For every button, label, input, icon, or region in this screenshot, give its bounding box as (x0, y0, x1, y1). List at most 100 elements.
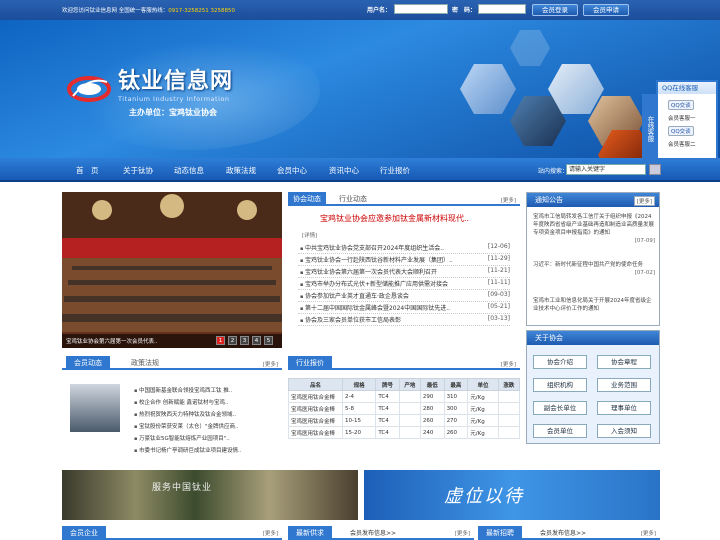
slide-dot-2[interactable]: 2 (228, 336, 237, 345)
nav-about[interactable]: 关于钛协 (123, 165, 153, 176)
tab-member-news[interactable]: 会员动态 (66, 356, 110, 370)
supply-subtitle[interactable]: 会员发布信息>> (350, 528, 396, 537)
cell: TC4 (375, 390, 400, 403)
nav-home[interactable]: 首 页 (76, 165, 99, 176)
tab-association-news[interactable]: 协会动态 (288, 192, 326, 206)
login-button[interactable]: 会员登录 (532, 4, 578, 16)
member-more-link[interactable]: [更多] (263, 360, 278, 368)
list-item[interactable]: 宝钛股份荣获安莱（太仓）"金牌供应商.. (134, 422, 239, 430)
cell: 310 (443, 390, 469, 403)
host-organization: 主办单位：宝鸡钛业协会 (129, 108, 217, 117)
qq-agent-1[interactable]: 会员客服一 (668, 114, 696, 122)
supply-title[interactable]: 最新供求 (288, 526, 332, 540)
enterprise-more-link[interactable]: [更多] (263, 529, 278, 537)
nav-price[interactable]: 行业报价 (380, 165, 410, 176)
news-item[interactable]: 中共宝鸡钛业协会党支部召开2024年度组织生活会.. [12-06] (298, 243, 510, 254)
news-detail-link[interactable]: [详情] (302, 231, 317, 239)
slide-caption[interactable]: 宝鸡钛业协会第六届第一次会员代表.. (62, 334, 282, 348)
nav-info[interactable]: 资讯中心 (329, 165, 359, 176)
about-scope-button[interactable]: 业务范围 (597, 378, 651, 392)
qq-title: QQ在线客服 (658, 82, 716, 94)
news-title: 第十二届中国国际钛金属峰会暨2024中国国际钛先进.. (300, 303, 450, 312)
recruit-header: 最新招聘 会员发布信息>> [更多] (478, 526, 660, 540)
search-button[interactable] (649, 164, 661, 175)
tab-price[interactable]: 行业报价 (288, 356, 332, 370)
table-header-row: 品名 规格 牌号 产地 最低 最高 单位 涨跌 (288, 378, 521, 391)
cell: TC4 (375, 402, 400, 415)
price-more-link[interactable]: [更多] (501, 360, 516, 368)
nav-news[interactable]: 动态信息 (174, 165, 204, 176)
recruit-title[interactable]: 最新招聘 (478, 526, 522, 540)
qq-icon[interactable]: QQ交谈 (668, 126, 694, 136)
slide-dot-5[interactable]: 5 (264, 336, 273, 345)
news-item[interactable]: 第十二届中国国际钛金属峰会暨2024中国国际钛先进.. [05-21] (298, 303, 510, 314)
qq-chat-1[interactable]: QQ交谈 (668, 100, 694, 110)
username-input[interactable] (394, 4, 448, 14)
tab-industry-news[interactable]: 行业动态 (334, 192, 372, 206)
password-label: 密 码： (452, 7, 477, 14)
col-unit: 单位 (467, 378, 499, 391)
tab-policy[interactable]: 政策法规 (126, 356, 164, 370)
about-charter-button[interactable]: 协会章程 (597, 355, 651, 369)
news-title: 宝鸡钛业协会第六届第一次会员代表大会顺利召开 (300, 267, 437, 276)
about-intro-button[interactable]: 协会介绍 (533, 355, 587, 369)
recruit-more-link[interactable]: [更多] (641, 529, 656, 537)
enterprise-title[interactable]: 会员企业 (62, 526, 106, 540)
supply-more-link[interactable]: [更多] (455, 529, 470, 537)
site-logo-title[interactable]: 钛业信息网 (118, 63, 233, 95)
news-item[interactable]: 协会及三家会员单位获市工信局表彰 [03-13] (298, 315, 510, 326)
qq-tab[interactable]: 在线客服 (642, 94, 658, 164)
news-item[interactable]: 宝鸡钛业协会一行赴陕西钛谷新材料产业发展（集团）.. [11-29] (298, 255, 510, 266)
table-row[interactable]: 宝鸡医用钛合金棒 2-4 TC4 290 310 元/Kg (288, 390, 521, 403)
list-item[interactable]: 市委书记杨广亭调研巨成钛业项目建设情.. (134, 446, 242, 454)
news-item[interactable]: 宝鸡市举办分布式光伏+新型储能推广应用供需对接会 [11-11] (298, 279, 510, 290)
news-more-link[interactable]: [更多] (501, 196, 516, 204)
ad-banner-factory[interactable]: 服务中国钛业 (62, 470, 358, 520)
ad-banner-vacant[interactable]: 虚位以待 (364, 470, 660, 520)
cell: 300 (443, 402, 469, 415)
member-news-panel: 会员动态 政策法规 [更多] 中国国新基金联合领投宝鸡西工钛 推.. 校企合作 … (62, 356, 282, 466)
about-council-button[interactable]: 理事单位 (597, 401, 651, 415)
notice-item[interactable]: 宝鸡市工业和信息化局关于开展2024年度省级企业技术中心评价工作的通知 (533, 297, 655, 313)
notice-more-link[interactable]: [更多] (633, 196, 655, 206)
member-photo[interactable] (70, 384, 120, 432)
nav-policy[interactable]: 政策法规 (226, 165, 256, 176)
cell: 240 (419, 426, 445, 439)
list-item[interactable]: 热烈祝贺陕西天力特种钛及钛合金领域.. (134, 410, 236, 418)
news-slideshow[interactable]: 宝鸡钛业协会第六届第一次会员代表.. 1 2 3 4 5 (62, 192, 282, 348)
recruit-subtitle[interactable]: 会员发布信息>> (540, 528, 586, 537)
slide-dot-3[interactable]: 3 (240, 336, 249, 345)
about-members-button[interactable]: 会员单位 (533, 424, 587, 438)
about-org-button[interactable]: 组织机构 (533, 378, 587, 392)
news-title: 宝鸡市举办分布式光伏+新型储能推广应用供需对接会 (300, 279, 448, 288)
news-headline[interactable]: 宝鸡钛业协会应邀参加钛金属新材料现代.. (320, 213, 469, 224)
table-row[interactable]: 宝鸡医用钛合金棒 5-8 TC4 280 300 元/Kg (288, 402, 521, 415)
notice-panel: 通知公告 [更多] 宝鸡市工信局转发各工信厅关于组织申报《2024年度陕西省省级… (526, 192, 660, 326)
list-item[interactable]: 中国国新基金联合领投宝鸡西工钛 推.. (134, 386, 232, 394)
banner-hex-city (460, 64, 516, 114)
news-item[interactable]: 协会参加钛产业英才直通车·政企恳谈会 [09-03] (298, 291, 510, 302)
qq-chat-2[interactable]: QQ交谈 (668, 126, 694, 136)
table-row[interactable]: 宝鸡医用钛合金棒 15-20 TC4 240 260 元/Kg (288, 426, 521, 439)
nav-member[interactable]: 会员中心 (277, 165, 307, 176)
notice-item[interactable]: 宝鸡市工信局转发各工信厅关于组织申报《2024年度陕西省省级产业基础再造和制造业… (533, 213, 655, 245)
news-title: 宝鸡钛业协会一行赴陕西钛谷新材料产业发展（集团）.. (300, 255, 453, 264)
search-input[interactable]: 请输入关键字 (566, 164, 646, 175)
about-vice-button[interactable]: 副会长单位 (533, 401, 587, 415)
qq-icon[interactable]: QQ交谈 (668, 100, 694, 110)
news-item[interactable]: 宝鸡钛业协会第六届第一次会员代表大会顺利召开 [11-21] (298, 267, 510, 278)
cell (398, 426, 421, 439)
qq-agent-2[interactable]: 会员客服二 (668, 140, 696, 148)
about-join-button[interactable]: 入会须知 (597, 424, 651, 438)
slide-dot-1[interactable]: 1 (216, 336, 225, 345)
notice-item[interactable]: 习近平：新时代新征程中国共产党的使命任务 [07-02] (533, 261, 655, 277)
slide-dot-4[interactable]: 4 (252, 336, 261, 345)
table-row[interactable]: 宝鸡医用钛合金棒 10-15 TC4 260 270 元/Kg (288, 414, 521, 427)
password-input[interactable] (478, 4, 526, 14)
register-button[interactable]: 会员申请 (583, 4, 629, 16)
list-item[interactable]: 校企合作 创新赋能 鑫诺钛材与宝鸡.. (134, 398, 229, 406)
main-nav: 首 页 关于钛协 动态信息 政策法规 会员中心 资讯中心 行业报价 站内搜索： … (0, 158, 720, 182)
cell: 宝鸡医用钛合金棒 (288, 390, 343, 403)
price-panel: 行业报价 [更多] 品名 规格 牌号 产地 最低 最高 单位 涨跌 宝鸡医用钛合… (288, 356, 521, 466)
list-item[interactable]: 万豪钛业5G智能钛熔炼产业园项目".. (134, 434, 230, 442)
